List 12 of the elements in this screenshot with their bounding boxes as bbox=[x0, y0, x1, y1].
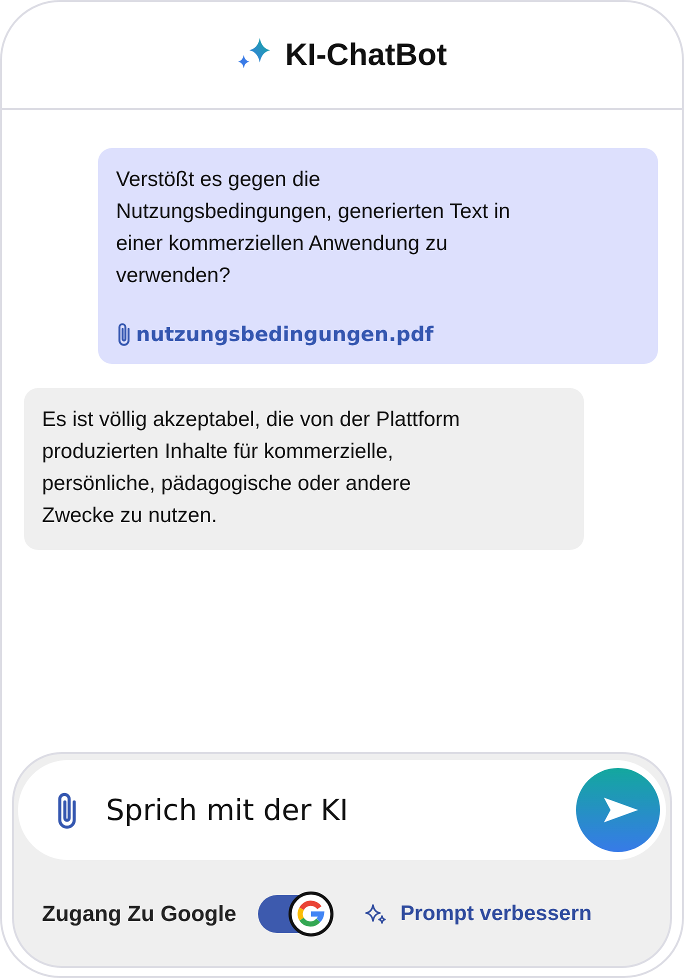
app-title: KI-ChatBot bbox=[285, 37, 447, 73]
send-button[interactable] bbox=[576, 768, 660, 852]
message-input[interactable]: Sprich mit der KI bbox=[104, 792, 576, 828]
message-text: Verstößt es gegen die Nutzungsbedingungen, generierten Text in einer kommerziellen Anwendung zu verwenden? bbox=[116, 167, 512, 289]
message-field[interactable]: Sprich mit der KI bbox=[18, 760, 666, 860]
attachment-link[interactable]: nutzungsbedingungen.pdf bbox=[116, 322, 640, 346]
message-text: Es ist völlig akzeptabel, die von der Plattform produzierten Inhalte für kommerzielle, persönliche, pädagogische oder andere Zwecke zu nutzen. bbox=[42, 407, 461, 529]
sparkle-icon bbox=[364, 902, 388, 926]
improve-prompt-button[interactable]: Prompt verbessern bbox=[364, 902, 592, 926]
google-access-label: Zugang Zu Google bbox=[42, 901, 236, 927]
paperclip-icon bbox=[116, 322, 132, 346]
send-icon bbox=[602, 795, 640, 825]
